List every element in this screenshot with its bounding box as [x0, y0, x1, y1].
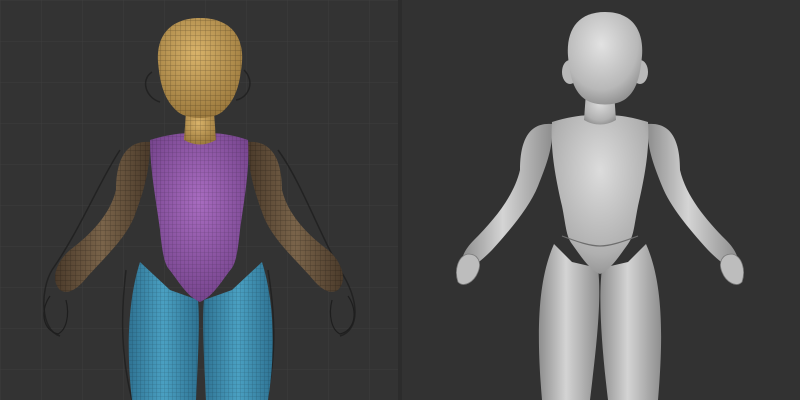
- wireframe-viewport: [0, 0, 398, 400]
- clay-leg-left: [538, 244, 600, 400]
- wireframe-figure: [0, 0, 398, 400]
- clay-head: [567, 12, 643, 105]
- head: [157, 18, 243, 118]
- image-canvas: [0, 0, 800, 400]
- render-viewport: [402, 0, 800, 400]
- clay-figure: [402, 0, 800, 400]
